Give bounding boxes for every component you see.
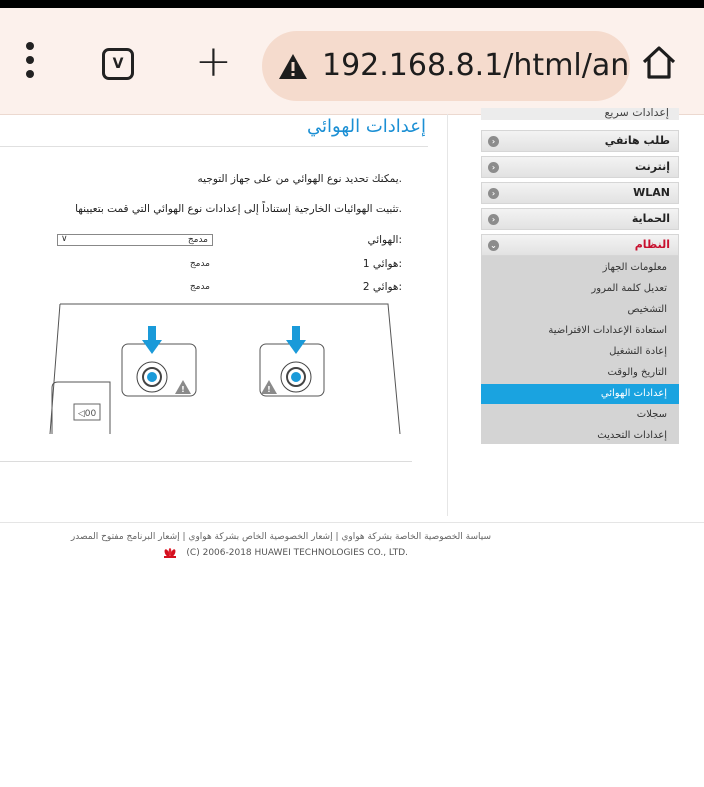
antenna-label: الهوائي: (367, 234, 402, 246)
collapse-icon: ⌄ (488, 240, 499, 251)
antenna2-label: هوائي 2: (362, 281, 402, 293)
submenu-item-logs[interactable]: سجلات (481, 405, 679, 425)
system-submenu: معلومات الجهاز تعديل كلمة المرور التشخيص… (481, 256, 679, 444)
divider (0, 461, 412, 462)
page-title: إعدادات الهوائي (307, 116, 426, 137)
svg-text:◁00: ◁00 (78, 409, 97, 419)
menu-icon[interactable] (18, 42, 42, 86)
huawei-logo-icon (164, 548, 176, 558)
sidebar-item-system[interactable]: ⌄ النظام (481, 234, 679, 256)
svg-text:!: ! (181, 385, 185, 394)
browser-toolbar: V + 192.168.8.1/html/an (0, 8, 704, 115)
antenna-selected-value: مدمج (187, 235, 208, 245)
status-bar (0, 0, 704, 8)
sidebar-item-wlan[interactable]: › WLAN (481, 182, 679, 204)
svg-text:!: ! (267, 385, 271, 394)
page-content: إعدادات سريع › طلب هاتفي › إنترنت › WLAN… (0, 108, 704, 787)
tab-switcher-button[interactable]: V (102, 48, 134, 80)
submenu-item-reboot[interactable]: إعادة التشغيل (481, 342, 679, 362)
url-text: 192.168.8.1/html/an (322, 48, 630, 83)
sidebar-item-label: إنترنت (634, 160, 670, 173)
chevron-down-icon: ∨ (61, 234, 68, 244)
submenu-item-restore-defaults[interactable]: استعادة الإعدادات الافتراضية (481, 321, 679, 341)
submenu-item-date-time[interactable]: التاريخ والوقت (481, 363, 679, 383)
submenu-item-change-password[interactable]: تعديل كلمة المرور (481, 279, 679, 299)
submenu-item-update-settings[interactable]: إعدادات التحديث (481, 426, 679, 446)
antenna1-label: هوائي 1: (362, 258, 402, 270)
copyright-text: (C) 2006-2018 HUAWEI TECHNOLOGIES CO., L… (186, 548, 408, 558)
sidebar-item-internet[interactable]: › إنترنت (481, 156, 679, 178)
sidebar-item-label: النظام (634, 238, 670, 251)
expand-icon: › (488, 188, 499, 199)
antenna-type-select[interactable]: مدمج ∨ (57, 234, 213, 246)
column-divider (447, 114, 448, 516)
new-tab-icon[interactable]: + (195, 38, 232, 86)
port-number-1: 1 (149, 325, 157, 339)
description-text: يمكنك تحديد نوع الهوائي من على جهاز التو… (197, 173, 402, 185)
description-text: تثبيت الهوائيات الخارجية إستناداً إلى إع… (75, 203, 402, 215)
expand-icon: › (488, 136, 499, 147)
antenna1-value: مدمج (189, 259, 210, 269)
expand-icon: › (488, 162, 499, 173)
sidebar-item-quick-setup[interactable]: إعدادات سريع (481, 108, 679, 120)
submenu-item-antenna-settings[interactable]: إعدادات الهوائي (481, 384, 679, 404)
router-antenna-diagram: ◁00 ! ! 1 2 (49, 303, 401, 435)
expand-icon: › (488, 214, 499, 225)
home-icon[interactable] (640, 44, 678, 80)
footer-links[interactable]: سياسة الخصوصية الخاصة بشركة هواوي | إشعا… (71, 531, 491, 543)
sidebar-item-label: WLAN (633, 186, 670, 199)
sidebar-item-label: طلب هاتفي (604, 134, 670, 147)
submenu-item-diagnostics[interactable]: التشخيص (481, 300, 679, 320)
antenna2-value: مدمج (189, 282, 210, 292)
sidebar-item-label: الحماية (631, 212, 670, 225)
port-number-2: 2 (293, 325, 301, 339)
warning-icon (279, 54, 307, 79)
submenu-item-device-info[interactable]: معلومات الجهاز (481, 258, 679, 278)
address-bar[interactable]: 192.168.8.1/html/an (262, 31, 630, 101)
sidebar-item-dialup[interactable]: › طلب هاتفي (481, 130, 679, 152)
footer-divider (0, 522, 704, 523)
sidebar-item-security[interactable]: › الحماية (481, 208, 679, 230)
divider (0, 146, 428, 147)
